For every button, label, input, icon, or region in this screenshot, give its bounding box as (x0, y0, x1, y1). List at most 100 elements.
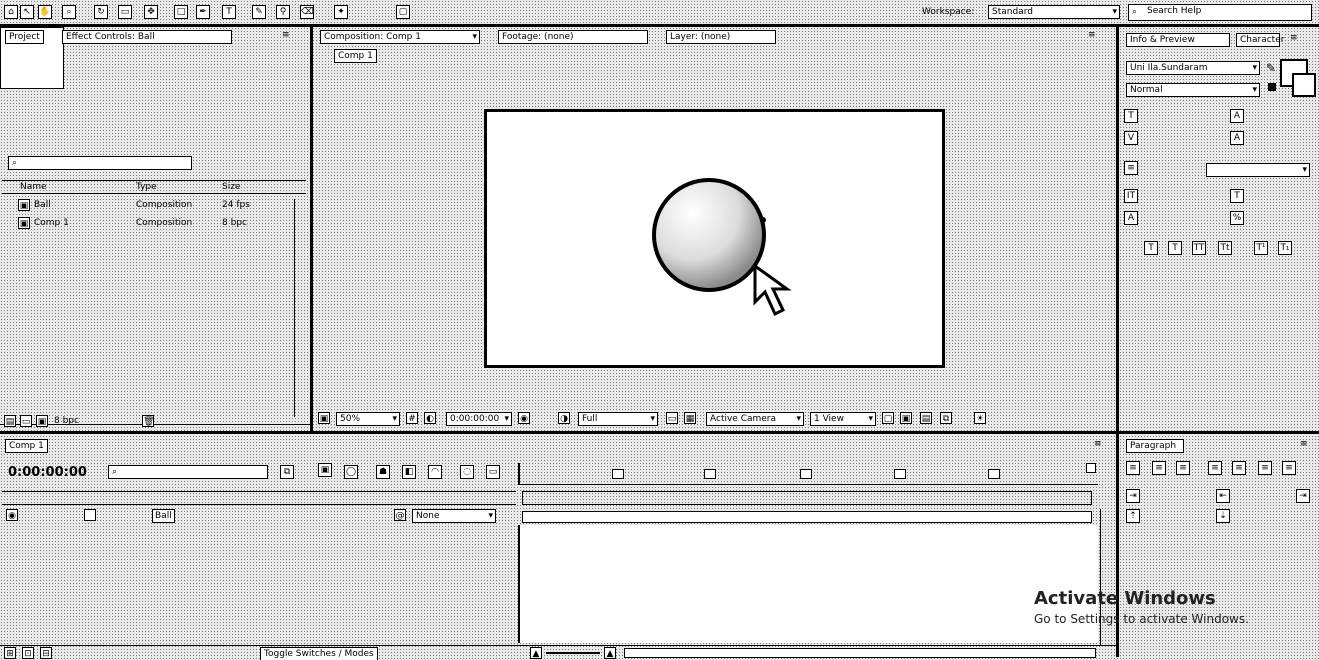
time-ruler[interactable] (518, 463, 1098, 485)
comment-icon[interactable]: ◌ (460, 465, 474, 479)
work-area-bar[interactable] (522, 491, 1092, 505)
new-folder-icon[interactable]: ▭ (20, 415, 32, 427)
timeline-search-input[interactable]: ⌕ (108, 465, 268, 479)
panel-menu-icon[interactable]: ≡ (1088, 30, 1096, 40)
visibility-eye-icon[interactable]: ◉ (6, 509, 18, 521)
pan-behind-tool-icon[interactable]: ✥ (144, 5, 158, 19)
always-preview-icon[interactable]: ▣ (318, 412, 330, 424)
workspace-select[interactable]: Standard (988, 5, 1120, 19)
align-left-icon[interactable]: ≡ (1126, 461, 1140, 475)
ball-layer-graphic[interactable] (487, 112, 942, 365)
tab-timeline-comp[interactable]: Comp 1 (5, 439, 48, 453)
hide-shy-icon[interactable]: ☗ (376, 465, 390, 479)
small-caps-icon[interactable]: Tt (1218, 241, 1232, 255)
column-type[interactable]: Type (136, 181, 157, 193)
stroke-type-select[interactable] (1206, 163, 1310, 177)
justify-all-icon[interactable]: ≡ (1282, 461, 1296, 475)
timeline-timecode[interactable]: 0:00:00:00 (8, 465, 87, 480)
region-of-interest-icon[interactable]: ▭ (666, 412, 678, 424)
align-right-icon[interactable]: ≡ (1176, 461, 1190, 475)
parent-select[interactable]: None (412, 509, 496, 523)
faux-bold-icon[interactable]: T (1144, 241, 1158, 255)
table-row[interactable]: ▣ Ball Composition 24 fps (2, 199, 292, 213)
layer-duration-bar[interactable] (522, 511, 1092, 523)
show-channel-icon[interactable]: ◑ (558, 412, 570, 424)
bpc-label[interactable]: 8 bpc (54, 415, 79, 427)
justify-right-icon[interactable]: ≡ (1258, 461, 1272, 475)
stroke-width-icon[interactable]: ≡ (1124, 161, 1138, 175)
type-tool-icon[interactable]: T (222, 5, 236, 19)
project-search-input[interactable]: ⌕ (8, 156, 192, 170)
space-after-icon[interactable]: ⇣ (1216, 509, 1230, 523)
rotate-tool-icon[interactable]: ↻ (94, 5, 108, 19)
black-swatch[interactable] (1268, 83, 1276, 91)
tab-project[interactable]: Project (5, 30, 44, 44)
eraser-tool-icon[interactable]: ⌫ (300, 5, 314, 19)
hand-tool-icon[interactable]: ✋ (38, 5, 52, 19)
transparency-grid-icon[interactable]: ▦ (684, 412, 696, 424)
tab-footage[interactable]: Footage: (none) (498, 30, 648, 44)
fast-preview-icon[interactable]: ▣ (900, 412, 912, 424)
trash-icon[interactable]: 🗑 (142, 415, 154, 427)
toggle-switches-modes[interactable]: Toggle Switches / Modes (260, 647, 378, 660)
align-center-icon[interactable]: ≡ (1152, 461, 1166, 475)
space-before-icon[interactable]: ⇡ (1126, 509, 1140, 523)
tsume-icon[interactable]: % (1230, 211, 1244, 225)
zoom-select[interactable]: 50% (336, 412, 400, 426)
horizontal-scale-icon[interactable]: T (1230, 189, 1244, 203)
tab-layer[interactable]: Layer: (none) (666, 30, 776, 44)
flowchart-icon[interactable]: ⧉ (940, 412, 952, 424)
zoom-slider[interactable] (546, 652, 600, 654)
camera-select[interactable]: Active Camera (706, 412, 804, 426)
tracking-icon[interactable]: A (1230, 131, 1244, 145)
faux-italic-icon[interactable]: T (1168, 241, 1182, 255)
brush-tool-icon[interactable]: ✎ (252, 5, 266, 19)
puppet-tool-icon[interactable]: ✦ (334, 5, 348, 19)
zoom-out-icon[interactable]: ▲ (530, 647, 542, 659)
views-select[interactable]: 1 View (810, 412, 876, 426)
motion-blur-icon[interactable]: ◯ (344, 465, 358, 479)
expand-time-icon[interactable]: ⊟ (40, 647, 52, 659)
home-icon[interactable]: ⌂ (4, 5, 18, 19)
leading-icon[interactable]: A (1230, 109, 1244, 123)
frame-blending-icon[interactable]: ◧ (402, 465, 416, 479)
tab-effect-controls[interactable]: Effect Controls: Ball (62, 30, 232, 44)
kerning-icon[interactable]: V (1124, 131, 1138, 145)
column-name[interactable]: Name (20, 181, 47, 193)
comp-mini-flowchart-icon[interactable]: ⧉ (280, 465, 294, 479)
superscript-icon[interactable]: T¹ (1254, 241, 1268, 255)
interpret-footage-icon[interactable]: ▤ (4, 415, 16, 427)
exposure-icon[interactable]: ☀ (974, 412, 986, 424)
toggle-pixel-icon[interactable]: ▢ (882, 412, 894, 424)
tab-composition[interactable]: Composition: Comp 1 (320, 30, 480, 44)
pickwhip-icon[interactable]: @ (394, 509, 406, 521)
stroke-color-swatch[interactable] (1292, 73, 1316, 97)
zoom-in-icon[interactable]: ▲ (604, 647, 616, 659)
horizontal-scrollbar[interactable] (624, 648, 1096, 658)
composition-canvas[interactable] (484, 109, 945, 368)
panel-menu-icon[interactable]: ≡ (282, 30, 290, 40)
search-help-field[interactable]: ⌕ Search Help (1128, 4, 1312, 21)
table-row[interactable]: ▣ Comp 1 Composition 8 bpc (2, 217, 292, 231)
expand-transfer-icon[interactable]: ⊡ (22, 647, 34, 659)
font-style-select[interactable]: Normal (1126, 83, 1260, 97)
column-size[interactable]: Size (222, 181, 240, 193)
vertical-scale-icon[interactable]: IT (1124, 189, 1138, 203)
justify-left-icon[interactable]: ≡ (1208, 461, 1222, 475)
tab-info-preview[interactable]: Info & Preview (1126, 33, 1230, 47)
panel-menu-icon[interactable]: ≡ (1300, 439, 1308, 449)
new-comp-icon[interactable]: ▣ (36, 415, 48, 427)
playhead-icon[interactable] (518, 463, 526, 485)
project-scrollbar[interactable] (294, 199, 304, 417)
clone-stamp-tool-icon[interactable]: ⚲ (276, 5, 290, 19)
graph-editor-icon[interactable]: ◠ (428, 465, 442, 479)
snapshot-icon[interactable]: ◉ (518, 412, 530, 424)
selection-tool-icon[interactable]: ↖ (20, 5, 34, 19)
first-line-indent-icon[interactable]: ⇥ (1296, 489, 1310, 503)
resolution-select[interactable]: Full (578, 412, 658, 426)
grid-icon[interactable]: # (406, 412, 418, 424)
camera-tool-icon[interactable]: ▭ (118, 5, 132, 19)
timecode-field[interactable]: 0:00:00:00 (446, 412, 512, 426)
rectangle-tool-icon[interactable]: □ (174, 5, 188, 19)
indent-left-icon[interactable]: ⇥ (1126, 489, 1140, 503)
